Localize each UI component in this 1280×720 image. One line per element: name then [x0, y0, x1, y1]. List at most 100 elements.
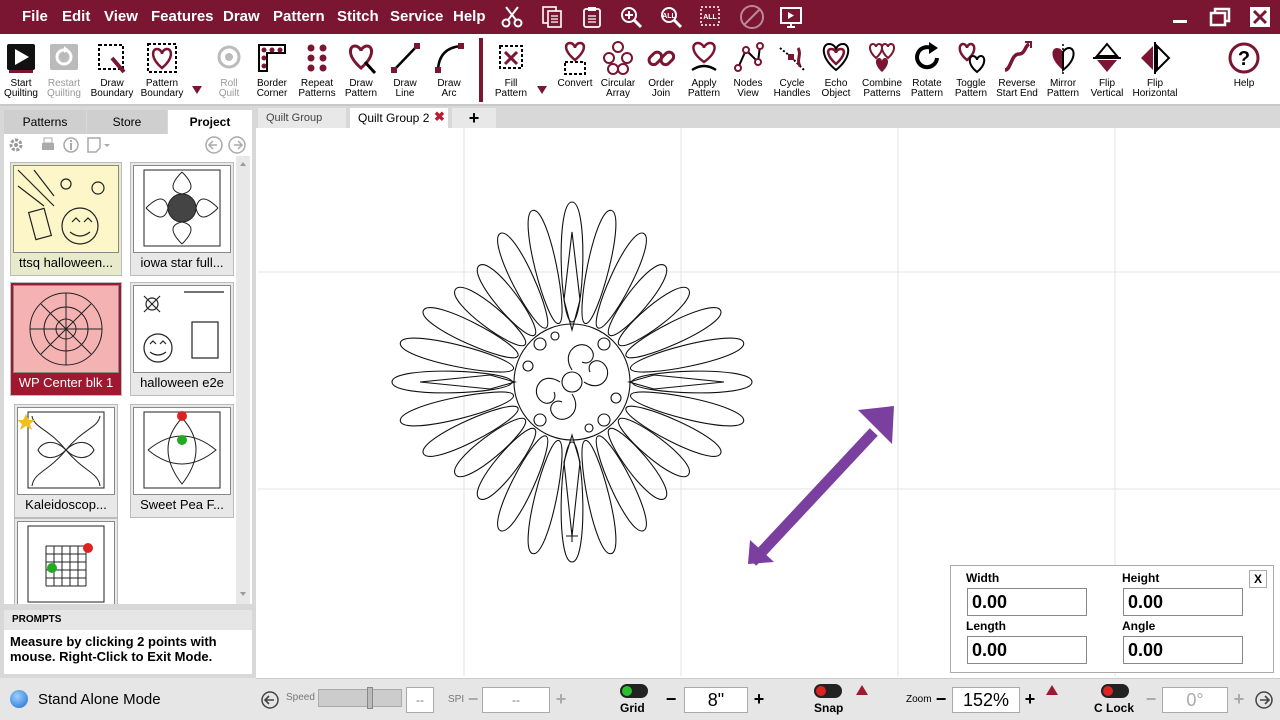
- grid-plus-button[interactable]: +: [752, 689, 766, 711]
- pattern-petal: [631, 370, 753, 394]
- pattern-preview-wp-center: [13, 285, 119, 373]
- angle-minus-button[interactable]: −: [1144, 689, 1158, 711]
- clock-toggle[interactable]: [1101, 684, 1129, 698]
- angle-field[interactable]: [1123, 636, 1243, 664]
- menu-features[interactable]: Features: [151, 8, 214, 25]
- grid-minus-button[interactable]: −: [664, 689, 678, 711]
- menu-help[interactable]: Help: [453, 8, 486, 25]
- mirror-pattern-icon: [1052, 44, 1075, 74]
- mode-status: Stand Alone Mode: [0, 678, 256, 720]
- back-circle-icon[interactable]: [260, 690, 280, 715]
- zoom-options-icon[interactable]: [1046, 685, 1058, 695]
- menu-file[interactable]: File: [22, 8, 48, 25]
- print-icon[interactable]: [40, 137, 56, 158]
- menu-view[interactable]: View: [104, 8, 138, 25]
- thumb-label: iowa star full...: [140, 255, 224, 270]
- combine-patterns-icon: [869, 42, 895, 72]
- restore-icon[interactable]: [1200, 0, 1240, 34]
- prompts-text: Measure by clicking 2 points with mouse.…: [10, 634, 217, 664]
- canvas-tab-strip: Quilt Group Quilt Group 2 ✖ +: [256, 106, 1280, 128]
- reverse-start-end-button[interactable]: Reverse Start End: [993, 34, 1041, 106]
- width-field[interactable]: [967, 588, 1087, 616]
- help-button[interactable]: ? Help: [1220, 34, 1268, 106]
- draw-arc-button[interactable]: Draw Arc: [425, 34, 473, 106]
- angle-field-status[interactable]: 0°: [1162, 687, 1228, 713]
- grid-size-field[interactable]: 8": [684, 687, 748, 713]
- zoom-field[interactable]: 152%: [952, 687, 1020, 713]
- tab-quilt-group[interactable]: Quilt Group: [258, 108, 346, 128]
- toggle-pattern-icon: [958, 42, 986, 74]
- height-label: Height: [1122, 571, 1160, 585]
- screen-icon[interactable]: [777, 3, 805, 31]
- zoom-in-icon[interactable]: [617, 3, 645, 31]
- quilt-pattern[interactable]: [391, 201, 753, 563]
- svg-text:ALL: ALL: [662, 13, 676, 20]
- no-stitch-icon[interactable]: [738, 3, 766, 31]
- snap-toggle[interactable]: [814, 684, 842, 698]
- pattern-thumb[interactable]: Kaleidoscop...: [14, 404, 118, 518]
- zoom-all-icon[interactable]: ALL: [657, 3, 685, 31]
- add-tab-icon[interactable]: +: [452, 108, 496, 128]
- scissors-icon[interactable]: [498, 3, 526, 31]
- quilt-canvas[interactable]: Width Height Length Angle X: [258, 128, 1280, 676]
- border-corner-icon: [258, 44, 286, 72]
- length-field[interactable]: [967, 636, 1087, 664]
- svg-text:?: ?: [1238, 48, 1250, 70]
- zoom-selection-icon[interactable]: ALL: [697, 3, 725, 31]
- height-field[interactable]: [1123, 588, 1243, 616]
- angle-label: Angle: [1122, 619, 1156, 633]
- pattern-boundary-button[interactable]: Pattern Boundary: [138, 34, 186, 106]
- mode-label: Stand Alone Mode: [38, 691, 161, 708]
- minimize-icon[interactable]: [1160, 0, 1200, 34]
- toggle-pattern-button[interactable]: Toggle Pattern: [947, 34, 995, 106]
- pattern-thumb-selected[interactable]: WP Center blk 1: [10, 282, 122, 396]
- thumb-label: Kaleidoscop...: [25, 497, 107, 512]
- menu-service[interactable]: Service: [390, 8, 443, 25]
- prompts-box: PROMPTS Measure by clicking 2 points wit…: [4, 610, 252, 674]
- snap-options-icon[interactable]: [856, 685, 868, 695]
- echo-object-button[interactable]: Echo Object: [812, 34, 860, 106]
- close-tab-icon[interactable]: ✖: [434, 109, 445, 125]
- close-window-icon[interactable]: [1240, 0, 1280, 34]
- menu-draw[interactable]: Draw: [223, 8, 260, 25]
- grid-toggle[interactable]: [620, 684, 648, 698]
- pattern-thumb[interactable]: ttsq halloween...: [10, 162, 122, 276]
- angle-plus-button[interactable]: +: [1232, 689, 1246, 711]
- thumbnail-scrollbar[interactable]: [236, 156, 250, 604]
- spi-plus-button[interactable]: +: [554, 689, 568, 711]
- repeat-patterns-icon: [307, 44, 327, 72]
- spi-value: --: [482, 687, 550, 713]
- zoom-minus-button[interactable]: −: [934, 689, 948, 711]
- flip-vertical-button[interactable]: Flip Vertical: [1083, 34, 1131, 106]
- menu-pattern[interactable]: Pattern: [273, 8, 325, 25]
- pattern-preview-grid: [17, 521, 115, 604]
- menu-edit[interactable]: Edit: [62, 8, 90, 25]
- flip-horizontal-button[interactable]: Flip Horizontal: [1131, 34, 1179, 106]
- gear-icon[interactable]: [8, 137, 26, 158]
- tab-project[interactable]: Project: [168, 110, 252, 134]
- prompts-title: PROMPTS: [4, 610, 252, 630]
- copy-icon[interactable]: [538, 3, 566, 31]
- pattern-thumb[interactable]: halloween e2e: [130, 282, 234, 396]
- status-bar: Speed -- SPI − -- + Grid − 8" + Snap Zoo…: [256, 678, 1280, 720]
- pattern-thumb[interactable]: [14, 518, 118, 604]
- flip-horizontal-icon: [1141, 42, 1171, 74]
- restart-quilting-button[interactable]: Restart Quilting: [40, 34, 88, 106]
- draw-boundary-button[interactable]: Draw Boundary: [88, 34, 136, 106]
- forward-circle-icon[interactable]: [1254, 690, 1274, 715]
- pattern-thumb[interactable]: iowa star full...: [130, 162, 234, 276]
- fill-pattern-dropdown-icon[interactable]: [537, 86, 547, 94]
- spi-minus-button[interactable]: −: [466, 689, 480, 711]
- paste-icon[interactable]: [578, 3, 606, 31]
- menu-stitch[interactable]: Stitch: [337, 8, 379, 25]
- flip-vertical-icon: [1093, 42, 1121, 72]
- close-dialog-button[interactable]: X: [1249, 570, 1267, 588]
- tab-patterns[interactable]: Patterns: [4, 110, 86, 134]
- pattern-thumb[interactable]: Sweet Pea F...: [130, 404, 234, 518]
- zoom-plus-button[interactable]: +: [1023, 689, 1037, 711]
- speed-label: Speed: [286, 692, 315, 703]
- speed-slider[interactable]: [318, 687, 402, 709]
- fill-pattern-button[interactable]: Fill Pattern: [487, 34, 535, 106]
- thumb-label: halloween e2e: [140, 375, 224, 390]
- tab-store[interactable]: Store: [87, 110, 167, 134]
